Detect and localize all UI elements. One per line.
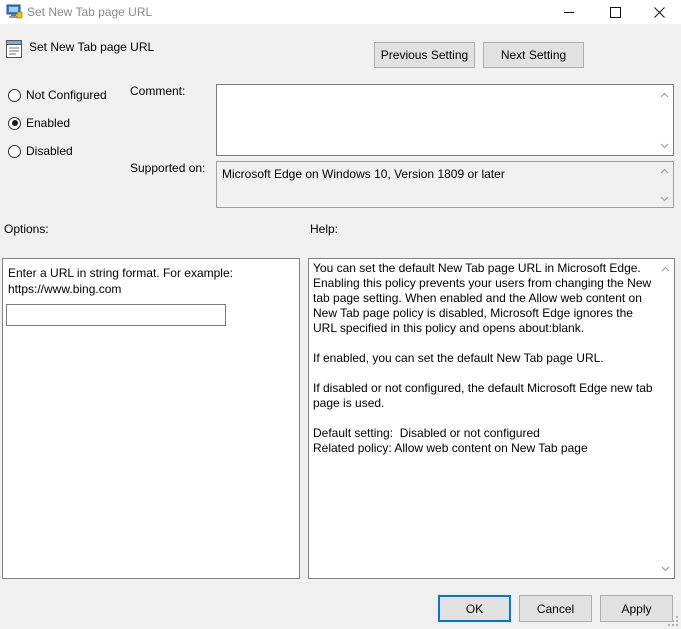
cancel-button[interactable]: Cancel [519,595,592,622]
radio-disabled-indicator[interactable] [8,144,21,158]
close-icon [653,6,665,18]
comment-scrollbar[interactable] [656,85,673,155]
comment-text [217,85,673,91]
policy-title: Set New Tab page URL [29,40,155,54]
url-input[interactable] [6,304,226,326]
scroll-down-icon[interactable] [661,564,670,573]
help-paragraph: If disabled or not configured, the defau… [313,381,653,410]
help-text: You can set the default New Tab page URL… [313,261,656,456]
supported-on-field: Microsoft Edge on Windows 10, Version 18… [216,161,674,208]
help-paragraph: You can set the default New Tab page URL… [313,261,652,335]
radio-not-configured-indicator[interactable] [8,88,21,102]
help-label: Help: [310,222,339,236]
help-panel: You can set the default New Tab page URL… [308,258,675,579]
apply-button[interactable]: Apply [600,595,673,622]
scroll-down-icon[interactable] [660,141,669,150]
supported-on-value: Microsoft Edge on Windows 10, Version 18… [222,167,505,181]
help-paragraph: If enabled, you can set the default New … [313,351,604,365]
supported-on-label: Supported on: [130,161,206,175]
radio-enabled-indicator[interactable] [8,116,21,130]
scroll-up-icon[interactable] [661,265,670,274]
window-title: Set New Tab page URL [27,5,153,19]
radio-not-configured[interactable]: Not Configured [8,88,107,102]
previous-setting-button[interactable]: Previous Setting [374,42,475,68]
radio-disabled[interactable]: Disabled [8,144,73,158]
maximize-button[interactable] [592,0,638,24]
scroll-up-icon[interactable] [660,167,669,176]
options-label: Options: [4,222,49,236]
radio-disabled-label: Disabled [26,144,73,158]
scroll-down-icon[interactable] [660,194,669,203]
resize-grip-icon[interactable] [667,615,679,627]
scroll-up-icon[interactable] [660,91,669,100]
policy-setting-icon [6,40,22,58]
comment-label: Comment: [130,84,186,98]
radio-enabled[interactable]: Enabled [8,116,70,130]
help-default-setting: Default setting: Disabled or not configu… [313,426,540,440]
options-panel: Enter a URL in string format. For exampl… [2,258,300,579]
minimize-button[interactable] [546,0,592,24]
options-instruction: Enter a URL in string format. For exampl… [8,266,233,296]
ok-button[interactable]: OK [438,595,511,622]
policy-window-icon [6,4,23,19]
supported-scrollbar[interactable] [656,162,673,207]
radio-not-configured-label: Not Configured [26,88,107,102]
minimize-icon [563,11,574,13]
radio-enabled-label: Enabled [26,116,71,130]
maximize-icon [609,6,621,18]
title-bar: Set New Tab page URL [0,0,681,24]
help-scrollbar[interactable] [657,259,674,578]
comment-textarea[interactable] [216,84,674,156]
next-setting-button[interactable]: Next Setting [483,42,584,68]
help-related-policy: Related policy: Allow web content on New… [313,441,588,455]
close-button[interactable] [637,0,681,24]
